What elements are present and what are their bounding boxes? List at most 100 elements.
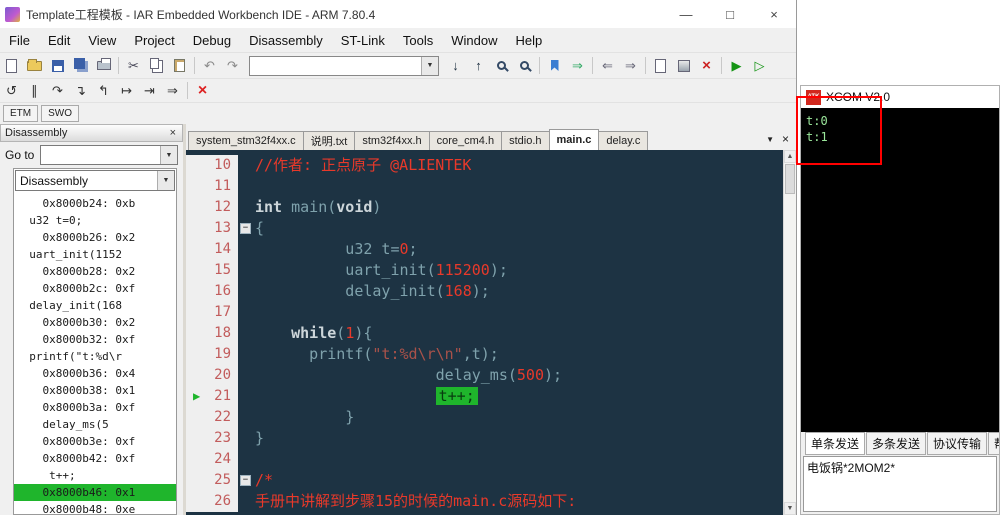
navigate-backward-icon[interactable]: ⇐ [596,55,619,76]
scrollbar-thumb[interactable] [785,164,795,194]
code-line[interactable]: 24 [186,449,783,470]
disassembly-row[interactable]: 0x8000b42: 0xf [14,450,176,467]
scroll-up-icon[interactable]: ▲ [784,150,796,163]
tab-delay.c[interactable]: delay.c [598,131,649,150]
stop-debugger-icon[interactable]: × [191,80,214,101]
download-and-debug-icon[interactable]: ▶ [725,55,748,76]
close-tab-icon[interactable]: × [782,132,789,146]
disassembly-row[interactable]: 0x8000b3a: 0xf [14,399,176,416]
xcom-tab[interactable]: 协议传输 [927,432,988,455]
stop-build-icon[interactable]: × [695,55,718,76]
close-icon[interactable]: × [752,0,796,28]
xcom-tab[interactable]: 多条发送 [866,432,927,455]
replace-icon[interactable] [513,55,536,76]
tab-system_stm32f4xx.c[interactable]: system_stm32f4xx.c [188,131,304,150]
code-line[interactable]: 13−{ [186,218,783,239]
scroll-down-icon[interactable]: ▼ [784,502,796,515]
disassembly-row[interactable]: 0x8000b36: 0x4 [14,365,176,382]
code-line[interactable]: 18 while(1){ [186,323,783,344]
tab-core_cm4.h[interactable]: core_cm4.h [428,131,503,150]
copy-icon[interactable] [145,55,168,76]
fold-collapse-icon[interactable]: − [240,475,251,486]
find-icon[interactable] [490,55,513,76]
make-icon[interactable] [672,55,695,76]
save-icon[interactable] [46,55,69,76]
disassembly-row[interactable]: uart_init(1152 [14,246,176,263]
send-text-input[interactable]: 电饭锅*2MOM2* [803,456,997,512]
code-line[interactable]: 16 delay_init(168); [186,281,783,302]
disassembly-row[interactable]: delay_ms(5 [14,416,176,433]
scrollbar-track[interactable] [784,195,796,502]
code-line[interactable]: 25−/* [186,470,783,491]
menu-item-edit[interactable]: Edit [39,33,79,48]
editor-scrollbar[interactable]: ▲ ▼ [783,150,796,515]
tab-stm32f4xx.h[interactable]: stm32f4xx.h [354,131,430,150]
break-icon[interactable]: ∥ [23,80,46,101]
disassembly-row[interactable]: printf("t:%d\r [14,348,176,365]
menu-item-view[interactable]: View [79,33,125,48]
new-file-icon[interactable] [0,55,23,76]
find-previous-icon[interactable]: ↑ [467,55,490,76]
trace-button-etm[interactable]: ETM [3,105,39,122]
code-line[interactable]: 19 printf("t:%d\r\n",t); [186,344,783,365]
tab-stdio.h[interactable]: stdio.h [501,131,550,150]
tab-list-icon[interactable]: ▼ [766,135,774,144]
next-bookmark-icon[interactable]: ⇒ [566,55,589,76]
disassembly-row[interactable]: 0x8000b2c: 0xf [14,280,176,297]
maximize-icon[interactable]: □ [708,0,752,28]
undo-icon[interactable]: ↶ [198,55,221,76]
step-out-icon[interactable]: ↰ [92,80,115,101]
step-over-icon[interactable]: ↷ [46,80,69,101]
disassembly-row[interactable]: 0x8000b32: 0xf [14,331,176,348]
toggle-bookmark-icon[interactable] [543,55,566,76]
chevron-down-icon[interactable]: ▼ [157,171,174,190]
redo-icon[interactable]: ↷ [221,55,244,76]
menu-item-window[interactable]: Window [442,33,506,48]
fold-collapse-icon[interactable]: − [240,223,251,234]
disassembly-row[interactable]: 0x8000b24: 0xb [14,195,176,212]
close-icon[interactable]: × [168,127,178,139]
disassembly-row[interactable]: 0x8000b48: 0xe [14,501,176,514]
code-area[interactable]: 10//作者: 正点原子 @ALIENTEK 11 12 int main(void)… [186,150,783,515]
reset-icon[interactable]: ↺ [0,80,23,101]
chevron-down-icon[interactable]: ▼ [160,146,177,164]
step-into-icon[interactable]: ↴ [69,80,92,101]
debug-without-download-icon[interactable]: ▷ [748,55,771,76]
code-line[interactable]: 17 [186,302,783,323]
menu-item-help[interactable]: Help [506,33,551,48]
disassembly-panel-header[interactable]: Disassembly × [0,124,183,142]
menu-item-file[interactable]: File [0,33,39,48]
disassembly-row[interactable]: u32 t=0; [14,212,176,229]
chevron-down-icon[interactable]: ▼ [421,56,438,75]
menu-item-project[interactable]: Project [125,33,183,48]
disassembly-row[interactable]: 0x8000b28: 0x2 [14,263,176,280]
code-line[interactable]: ▶ 21 t++; [186,386,783,407]
xcom-tab[interactable]: 帮助 [988,432,999,455]
code-line[interactable]: 11 [186,176,783,197]
disassembly-row[interactable]: 0x8000b30: 0x2 [14,314,176,331]
memory-zone-combobox[interactable]: Disassembly ▼ [15,170,175,191]
disassembly-row[interactable]: 0x8000b3e: 0xf [14,433,176,450]
tab-main.c[interactable]: main.c [548,129,600,150]
tab-.txt[interactable]: 说明.txt [302,131,356,150]
xcom-tab[interactable]: 单条发送 [805,432,866,455]
menu-item-disassembly[interactable]: Disassembly [240,33,332,48]
trace-button-swo[interactable]: SWO [41,105,79,122]
menu-item-tools[interactable]: Tools [394,33,442,48]
code-line[interactable]: 22 } [186,407,783,428]
serial-terminal[interactable]: t:0 t:1 [801,108,999,432]
code-line[interactable]: 14 u32 t=0; [186,239,783,260]
code-line[interactable]: 12 int main(void) [186,197,783,218]
menu-item-debug[interactable]: Debug [184,33,240,48]
open-file-icon[interactable] [23,55,46,76]
find-combobox[interactable]: ▼ [249,55,439,76]
code-line[interactable]: 20 delay_ms(500); [186,365,783,386]
goto-combobox[interactable]: ▼ [40,145,178,165]
run-to-cursor-icon[interactable]: ⇥ [138,80,161,101]
paste-icon[interactable] [168,55,191,76]
disassembly-row-current[interactable]: 0x8000b46: 0x1 [14,484,176,501]
code-line[interactable]: 23} [186,428,783,449]
go-icon[interactable]: ⇒ [161,80,184,101]
disassembly-row[interactable]: 0x8000b38: 0x1 [14,382,176,399]
code-line[interactable]: 15 uart_init(115200); [186,260,783,281]
